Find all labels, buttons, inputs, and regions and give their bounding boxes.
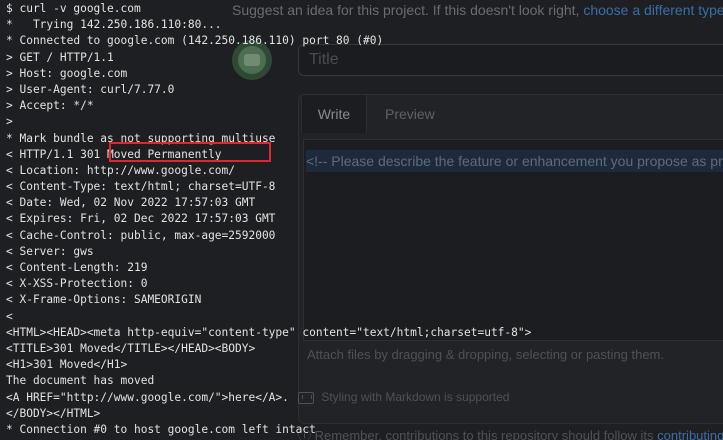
terminal-line: <: [6, 309, 13, 323]
terminal-line: < Expires: Fri, 02 Dec 2022 17:57:03 GMT: [6, 212, 276, 226]
terminal-line: <A HREF="http://www.google.com/">here</A…: [6, 390, 289, 404]
terminal-line: The document has moved: [6, 374, 155, 388]
terminal-line: <TITLE>301 Moved</TITLE></HEAD><BODY>: [6, 341, 256, 355]
terminal-line: > GET / HTTP/1.1: [6, 50, 114, 64]
terminal-line: * Trying 142.250.186.110:80...: [6, 18, 222, 32]
terminal-line: >: [6, 115, 13, 129]
terminal-line: </BODY></HTML>: [6, 406, 101, 420]
terminal-line: <H1>301 Moved</H1>: [6, 358, 128, 372]
terminal-line: <HTML><HEAD><meta http-equiv="content-ty…: [6, 325, 532, 339]
terminal-line: < X-XSS-Protection: 0: [6, 277, 148, 291]
terminal-lines: $ curl -v google.com * Trying 142.250.18…: [6, 1, 531, 438]
terminal-line: < Content-Length: 219: [6, 261, 148, 274]
terminal-line: < Content-Type: text/html; charset=UTF-8: [6, 180, 276, 194]
terminal-output: $ curl -v google.com * Trying 142.250.18…: [0, 0, 723, 440]
terminal-line: * Connected to google.com (142.250.186.1…: [6, 34, 384, 48]
terminal-line: > User-Agent: curl/7.77.0: [6, 82, 175, 96]
terminal-line: * Mark bundle as not supporting multiuse: [6, 131, 276, 145]
terminal-line: < Location: http://www.google.com/: [6, 163, 236, 177]
terminal-line: < X-Frame-Options: SAMEORIGIN: [6, 293, 202, 307]
terminal-line: $ curl -v google.com: [6, 2, 141, 15]
terminal-line: < Server: gws: [6, 244, 94, 258]
terminal-line: > Host: google.com: [6, 66, 128, 80]
terminal-line: < Date: Wed, 02 Nov 2022 17:57:03 GMT: [6, 196, 256, 210]
terminal-line: > Accept: */*: [6, 99, 94, 113]
terminal-line: < HTTP/1.1 301 Moved Permanently: [6, 147, 222, 161]
terminal-line: * Connection #0 to host google.com left …: [6, 422, 316, 436]
screenshot-stage: Suggest an idea for this project. If thi…: [0, 0, 723, 440]
terminal-line: < Cache-Control: public, max-age=2592000: [6, 228, 276, 242]
